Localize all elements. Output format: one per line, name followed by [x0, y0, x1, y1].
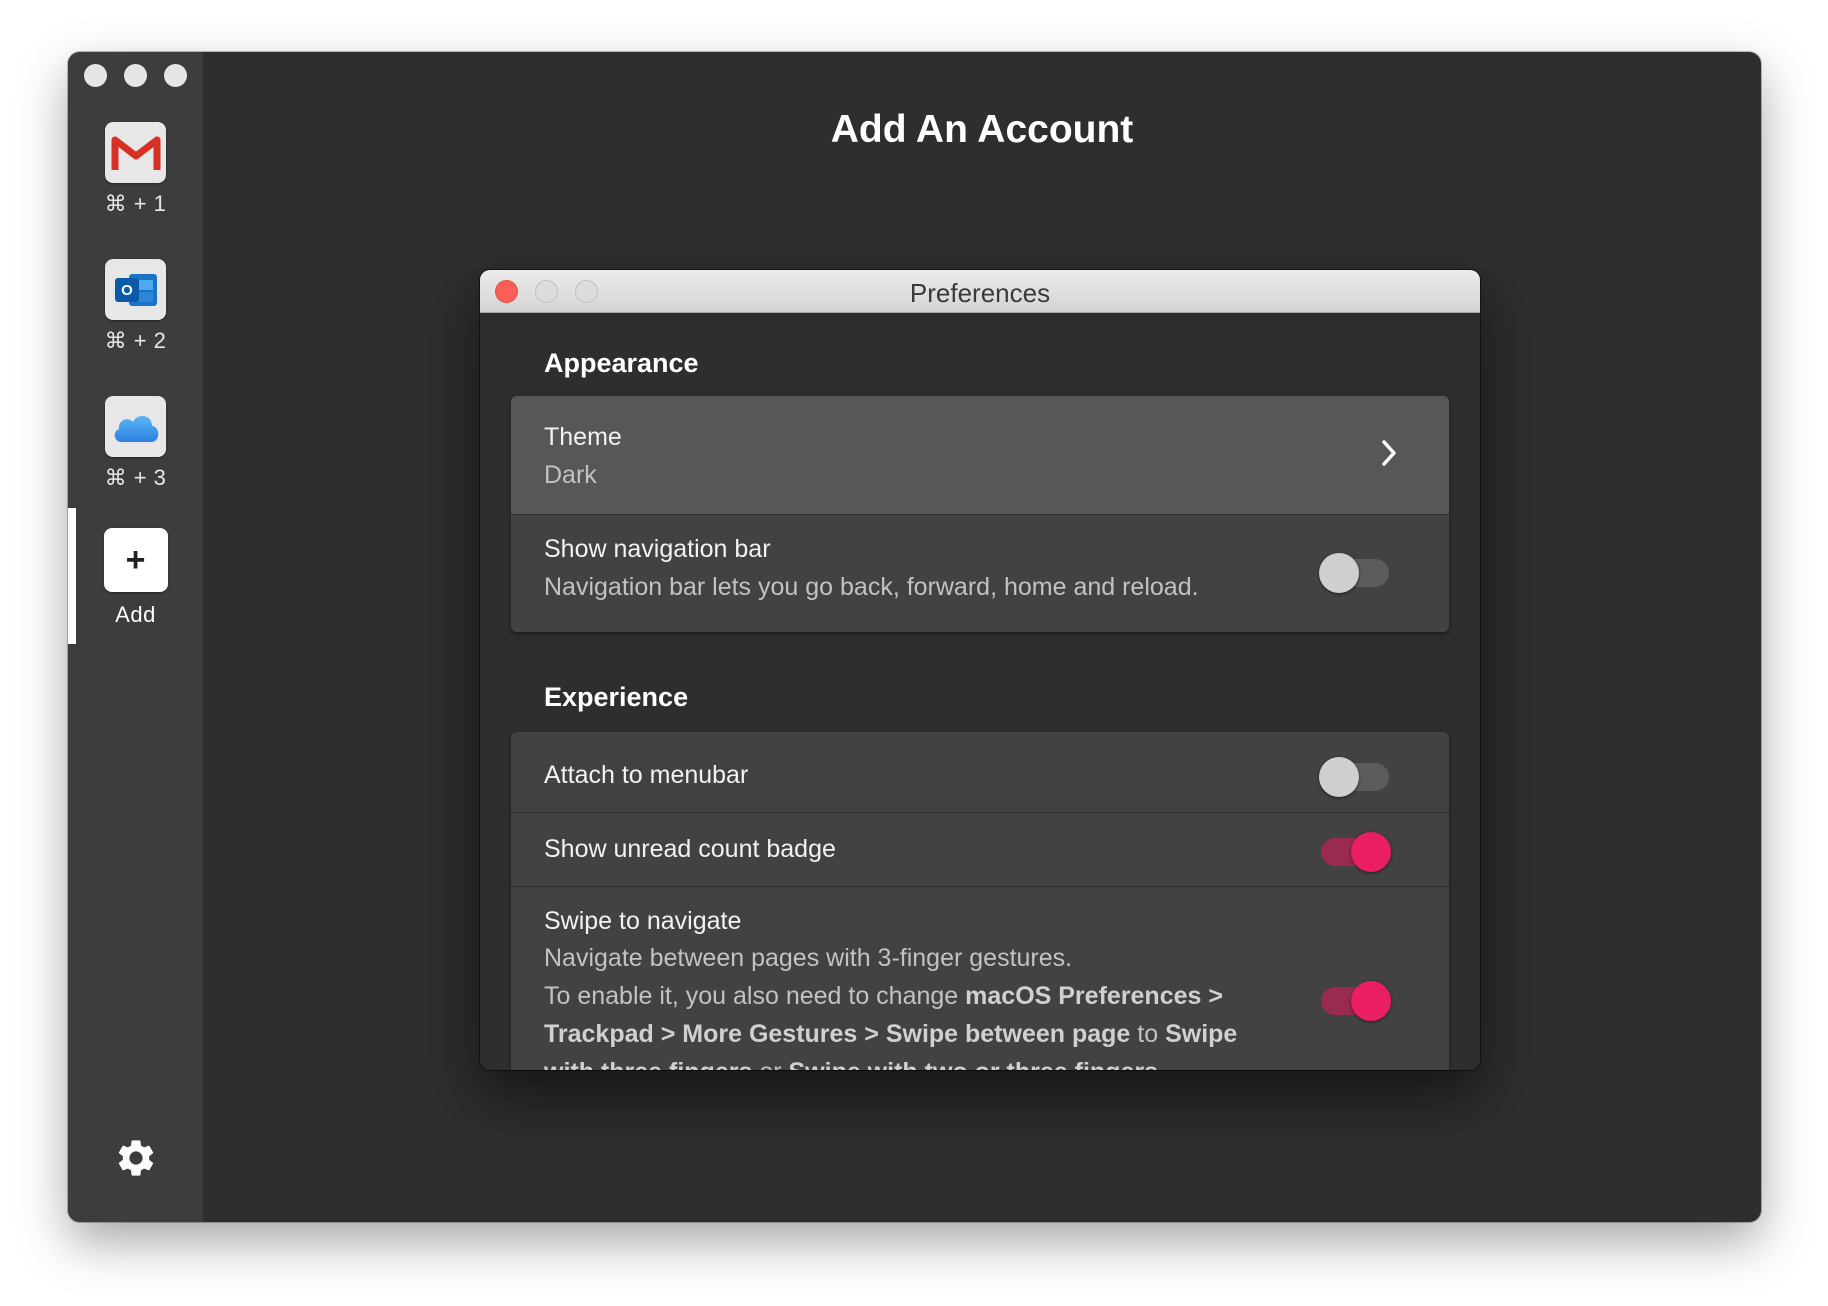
- app-window: ⌘ + 1 O ⌘ + 2 ⌘ + 3 + Add Add An Account…: [68, 52, 1761, 1222]
- plus-icon[interactable]: +: [103, 528, 168, 592]
- add-account-label: Add: [115, 602, 156, 627]
- unread-badge-label: Show unread count badge: [544, 835, 836, 863]
- sidebar-account-icloud[interactable]: ⌘ + 3: [68, 396, 203, 491]
- theme-label: Theme: [544, 423, 622, 451]
- sidebar-account-outlook[interactable]: O ⌘ + 2: [68, 259, 203, 354]
- outlook-icon[interactable]: O: [105, 259, 166, 320]
- appearance-heading: Appearance: [544, 348, 699, 378]
- menubar-row: Attach to menubar: [511, 732, 1449, 812]
- nav-bar-toggle[interactable]: [1319, 547, 1389, 593]
- preferences-titlebar: Preferences: [480, 270, 1480, 313]
- account-shortcut: ⌘ + 3: [104, 465, 167, 490]
- swipe-row: Swipe to navigate Navigate between pages…: [511, 886, 1449, 1070]
- add-account-button[interactable]: + Add: [68, 528, 203, 628]
- nav-bar-description: Navigation bar lets you go back, forward…: [544, 573, 1199, 601]
- minimize-window-button[interactable]: [124, 64, 147, 87]
- swipe-description: Navigate between pages with 3-finger ges…: [544, 944, 1238, 1070]
- theme-value: Dark: [544, 461, 597, 489]
- experience-card: Attach to menubar Show unread count badg…: [511, 732, 1449, 1070]
- swipe-toggle[interactable]: [1321, 975, 1391, 1021]
- gmail-icon[interactable]: [105, 122, 166, 183]
- unread-badge-toggle[interactable]: [1321, 826, 1391, 872]
- experience-heading: Experience: [544, 682, 689, 712]
- menubar-toggle[interactable]: [1319, 751, 1389, 797]
- swipe-label: Swipe to navigate: [544, 907, 742, 935]
- nav-bar-row: Show navigation bar Navigation bar lets …: [511, 514, 1449, 632]
- gear-icon[interactable]: [114, 1136, 158, 1180]
- window-controls: [84, 64, 187, 87]
- preferences-window: Preferences Appearance Theme Dark Show n…: [480, 270, 1480, 1070]
- sidebar: ⌘ + 1 O ⌘ + 2 ⌘ + 3 + Add: [68, 52, 203, 1222]
- icloud-icon[interactable]: [105, 396, 166, 457]
- account-shortcut: ⌘ + 1: [104, 191, 167, 216]
- sidebar-account-gmail[interactable]: ⌘ + 1: [68, 122, 203, 217]
- preferences-window-title: Preferences: [909, 278, 1051, 308]
- chevron-right-icon: [1379, 438, 1399, 473]
- close-window-button[interactable]: [84, 64, 107, 87]
- zoom-window-button[interactable]: [164, 64, 187, 87]
- appearance-card: Theme Dark Show navigation bar Navigatio…: [511, 396, 1449, 632]
- nav-bar-label: Show navigation bar: [544, 535, 771, 563]
- menubar-label: Attach to menubar: [544, 761, 749, 789]
- svg-text:O: O: [121, 282, 133, 299]
- unread-badge-row: Show unread count badge: [511, 812, 1449, 886]
- theme-row[interactable]: Theme Dark: [511, 396, 1449, 514]
- account-shortcut: ⌘ + 2: [104, 328, 167, 353]
- page-title: Add An Account: [830, 108, 1134, 151]
